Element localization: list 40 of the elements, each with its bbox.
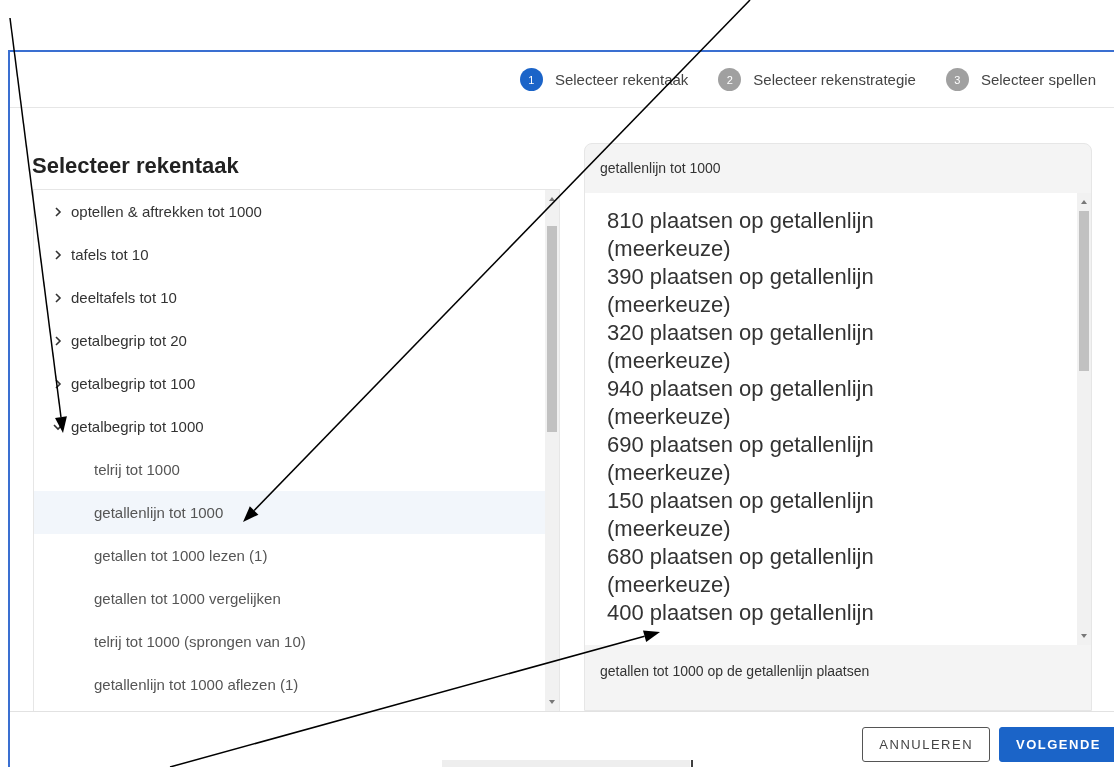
tree-item[interactable]: telrij tot 1000 xyxy=(34,448,545,491)
exercise-item: 940 plaatsen op getallenlijn (meerkeuze) xyxy=(607,375,875,431)
step-number: 1 xyxy=(519,68,543,91)
exercise-item: 810 plaatsen op getallenlijn (meerkeuze) xyxy=(607,207,875,263)
tree-item[interactable]: deeltafels tot 10 xyxy=(34,276,545,319)
next-button[interactable]: VOLGENDE xyxy=(999,727,1114,762)
tree-item[interactable]: telrij tot 1000 (sprongen van 10) xyxy=(34,620,545,663)
detail-title: getallenlijn tot 1000 xyxy=(599,159,722,178)
cancel-button[interactable]: ANNULEREN xyxy=(862,727,991,762)
step-number: 3 xyxy=(945,68,969,91)
chevron-right-icon xyxy=(52,205,64,218)
detail-description: getallen tot 1000 op de getallenlijn plaatsen xyxy=(599,662,871,681)
tree-item[interactable]: getallenlijn tot 1000 xyxy=(34,491,545,534)
chevron-right-icon xyxy=(52,377,64,390)
step-label[interactable]: Selecteer rekenstrategie xyxy=(753,71,916,88)
step-number: 2 xyxy=(718,68,742,91)
scroll-down-icon[interactable] xyxy=(1080,633,1088,639)
exercise-item: 400 plaatsen op getallenlijn xyxy=(607,599,875,627)
exercise-item: 320 plaatsen op getallenlijn (meerkeuze) xyxy=(607,319,875,375)
tree-item[interactable]: getalbegrip tot 100 xyxy=(34,362,545,405)
tree-item[interactable]: getalbegrip tot 1000 xyxy=(34,405,545,448)
chevron-right-icon xyxy=(52,334,64,347)
tree-item[interactable]: optellen & aftrekken tot 1000 xyxy=(34,190,545,233)
chevron-right-icon xyxy=(52,248,64,261)
tree-item[interactable]: getallen tot 1000 lezen (1) xyxy=(34,534,545,577)
scrollbar[interactable] xyxy=(545,190,559,711)
exercise-item: 390 plaatsen op getallenlijn (meerkeuze) xyxy=(607,263,875,319)
section-heading: Selecteer rekentaak xyxy=(32,153,240,179)
tree-item[interactable]: getalbegrip tot 20 xyxy=(34,319,545,362)
scroll-up-icon[interactable] xyxy=(548,196,556,202)
tree-item[interactable]: tafels tot 10 xyxy=(34,233,545,276)
step-label[interactable]: Selecteer spellen xyxy=(980,71,1096,88)
chevron-right-icon xyxy=(52,291,64,304)
exercise-item: 150 plaatsen op getallenlijn (meerkeuze) xyxy=(607,487,875,543)
exercise-item: 690 plaatsen op getallenlijn (meerkeuze) xyxy=(607,431,875,487)
scroll-down-icon[interactable] xyxy=(548,699,556,705)
tree-item[interactable]: getallen tot 1000 vergelijken xyxy=(34,577,545,620)
tree-item[interactable]: getallenlijn tot 1000 aflezen (1) xyxy=(34,663,545,706)
exercise-item: 680 plaatsen op getallenlijn (meerkeuze) xyxy=(607,543,875,599)
leader-line xyxy=(691,759,693,767)
